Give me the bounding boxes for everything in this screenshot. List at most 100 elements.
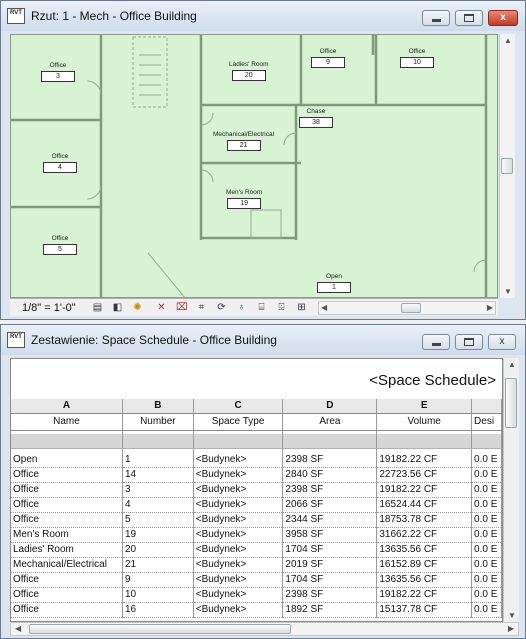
table-cell[interactable]: 2398 SF <box>282 482 378 498</box>
reveal-hidden-icon[interactable]: ⌸ <box>256 302 267 313</box>
room-tag-office-4[interactable]: Office 4 <box>43 153 77 173</box>
table-cell[interactable]: 19182.22 CF <box>376 452 473 468</box>
table-cell[interactable]: Men's Room <box>11 527 123 543</box>
scroll-down-icon[interactable]: ▼ <box>508 611 516 620</box>
table-cell[interactable]: Office <box>11 467 123 483</box>
table-cell[interactable]: 5 <box>122 512 194 528</box>
table-row[interactable]: Open 1 <Budynek> 2398 SF 19182.22 CF 0.0 E <box>11 452 502 468</box>
table-row[interactable]: Office 5 <Budynek> 2344 SF 18753.78 CF 0.0 E <box>11 512 502 528</box>
shadows-icon[interactable]: ✕ <box>156 302 167 313</box>
visual-style-icon[interactable]: ◧ <box>112 302 123 313</box>
table-cell[interactable]: Open <box>11 452 123 468</box>
column-header[interactable]: Volume <box>376 413 473 431</box>
table-row[interactable]: Office 16 <Budynek> 1892 SF 15137.78 CF 0.0 E <box>11 602 502 618</box>
table-cell[interactable]: 0.0 E <box>471 452 502 468</box>
plan-vertical-scroll-thumb[interactable] <box>501 158 513 174</box>
schedule-vertical-scroll-thumb[interactable] <box>505 378 517 428</box>
crop-view-icon[interactable]: ⌧ <box>176 302 188 313</box>
table-cell[interactable]: 16 <box>122 602 194 618</box>
table-cell[interactable]: Office <box>11 512 123 528</box>
table-cell[interactable]: <Budynek> <box>193 452 284 468</box>
table-cell[interactable]: 14 <box>122 467 194 483</box>
scroll-left-icon[interactable]: ◀ <box>15 624 21 633</box>
schedule-sheet[interactable]: <Space Schedule> A B C D E Name Number S… <box>10 358 503 622</box>
column-header[interactable]: Area <box>282 413 378 431</box>
room-tag-office-3[interactable]: Office 3 <box>41 62 75 82</box>
table-cell[interactable]: 18753.78 CF <box>376 512 473 528</box>
table-row[interactable]: Office 3 <Budynek> 2398 SF 19182.22 CF 0.0 E <box>11 482 502 498</box>
floor-plan-canvas[interactable]: Office 3 Office 4 Office 5 Ladies' Room 20 O… <box>10 34 498 298</box>
sun-path-icon[interactable]: ✺ <box>132 302 143 313</box>
room-tag-chase[interactable]: Chase 38 <box>299 108 333 128</box>
room-tag-ladies-room[interactable]: Ladies' Room 20 <box>229 61 269 81</box>
scroll-down-icon[interactable]: ▼ <box>504 287 512 296</box>
table-cell[interactable]: 2398 SF <box>282 452 378 468</box>
table-cell[interactable]: 21 <box>122 557 194 573</box>
table-cell[interactable]: 3958 SF <box>282 527 378 543</box>
analysis-display-icon[interactable]: ⊞ <box>296 302 307 313</box>
table-cell[interactable]: 19182.22 CF <box>376 587 473 603</box>
table-cell[interactable]: 16152.89 CF <box>376 557 473 573</box>
column-letter[interactable]: E <box>376 399 473 414</box>
table-cell[interactable]: <Budynek> <box>193 602 284 618</box>
table-cell[interactable]: Mechanical/Electrical <box>11 557 123 573</box>
room-tag-office-10[interactable]: Office 10 <box>400 48 434 68</box>
table-cell[interactable]: Office <box>11 482 123 498</box>
show-crop-icon[interactable]: ⌗ <box>196 302 207 313</box>
table-row[interactable]: Men's Room 19 <Budynek> 3958 SF 31662.22 CF 0… <box>11 527 502 543</box>
schedule-vertical-scrollbar[interactable]: ▲ ▼ <box>503 358 519 622</box>
table-cell[interactable]: 1704 SF <box>282 572 378 588</box>
table-row[interactable]: Office 4 <Budynek> 2066 SF 16524.44 CF 0.0 E <box>11 497 502 513</box>
table-cell[interactable]: 19182.22 CF <box>376 482 473 498</box>
table-cell[interactable]: 2344 SF <box>282 512 378 528</box>
table-cell[interactable]: 0.0 E <box>471 497 502 513</box>
room-tag-mens-room[interactable]: Men's Room 19 <box>226 189 262 209</box>
room-tag-office-5[interactable]: Office 5 <box>43 235 77 255</box>
table-cell[interactable]: 1 <box>122 452 194 468</box>
table-cell[interactable]: Ladies' Room <box>11 542 123 558</box>
lightbulb-icon[interactable]: ♁ <box>236 302 247 313</box>
table-cell[interactable]: 0.0 E <box>471 557 502 573</box>
table-cell[interactable]: 2398 SF <box>282 587 378 603</box>
table-cell[interactable]: 0.0 E <box>471 587 502 603</box>
scroll-right-icon[interactable]: ▶ <box>487 303 493 312</box>
table-cell[interactable]: <Budynek> <box>193 482 284 498</box>
table-cell[interactable]: 0.0 E <box>471 542 502 558</box>
plan-horizontal-scroll-thumb[interactable] <box>401 303 421 313</box>
table-cell[interactable]: Office <box>11 497 123 513</box>
scroll-left-icon[interactable]: ◀ <box>321 303 327 312</box>
schedule-horizontal-scrollbar[interactable]: ◀ ▶ <box>10 622 519 636</box>
column-header[interactable]: Name <box>11 413 123 431</box>
table-cell[interactable]: <Budynek> <box>193 557 284 573</box>
table-cell[interactable]: 2066 SF <box>282 497 378 513</box>
table-cell[interactable]: <Budynek> <box>193 527 284 543</box>
table-cell[interactable]: 13635.56 CF <box>376 542 473 558</box>
maximize-button[interactable] <box>455 10 483 26</box>
minimize-button[interactable] <box>422 334 450 350</box>
table-cell[interactable]: 31662.22 CF <box>376 527 473 543</box>
plan-vertical-scrollbar[interactable]: ▲ ▼ <box>499 34 515 298</box>
table-cell[interactable]: 19 <box>122 527 194 543</box>
room-tag-mech-elec[interactable]: Mechanical/Electrical 21 <box>213 131 274 151</box>
table-cell[interactable]: <Budynek> <box>193 572 284 588</box>
table-cell[interactable]: 2019 SF <box>282 557 378 573</box>
table-cell[interactable]: 0.0 E <box>471 602 502 618</box>
schedule-table[interactable]: A B C D E Name Number Space Type Area Vo… <box>11 399 502 618</box>
table-cell[interactable]: 3 <box>122 482 194 498</box>
table-cell[interactable]: <Budynek> <box>193 542 284 558</box>
table-cell[interactable]: Office <box>11 572 123 588</box>
table-cell[interactable]: Office <box>11 602 123 618</box>
table-row[interactable]: Mechanical/Electrical 21 <Budynek> 2019 SF 1… <box>11 557 502 573</box>
table-cell[interactable]: 16524.44 CF <box>376 497 473 513</box>
temporary-view-icon[interactable]: ⌹ <box>276 302 287 313</box>
table-cell[interactable]: <Budynek> <box>193 587 284 603</box>
table-cell[interactable]: 13635.56 CF <box>376 572 473 588</box>
table-cell[interactable]: 9 <box>122 572 194 588</box>
table-cell[interactable]: 15137.78 CF <box>376 602 473 618</box>
column-letter[interactable]: B <box>122 399 194 414</box>
table-cell[interactable]: 4 <box>122 497 194 513</box>
detail-level-icon[interactable]: ▤ <box>92 302 103 313</box>
minimize-button[interactable] <box>422 10 450 26</box>
table-cell[interactable]: 1704 SF <box>282 542 378 558</box>
plan-horizontal-scrollbar[interactable]: ◀ ▶ <box>318 301 496 315</box>
